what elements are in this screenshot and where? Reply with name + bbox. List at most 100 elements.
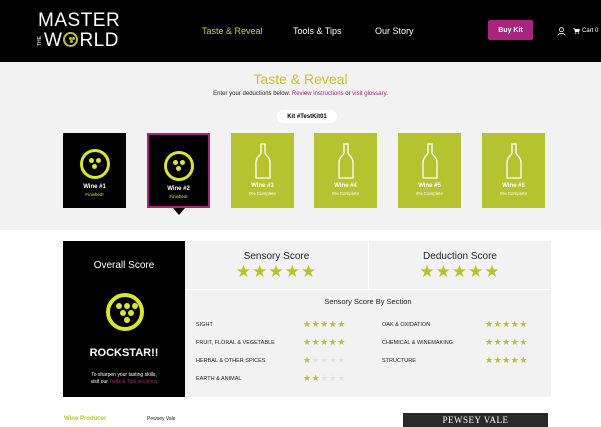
star-filled-icon: ★	[303, 337, 312, 347]
star-filled-icon: ★	[493, 337, 503, 347]
nav-tools-tips[interactable]: Tools & Tips	[293, 26, 342, 36]
wine-card-3[interactable]: Wine #3 0% Complete	[231, 133, 294, 208]
wine-bottle-icon	[254, 143, 271, 179]
section-stars-herbal: ★★★★★	[303, 356, 346, 365]
section-label-herbal: HERBAL & OTHER SPICES	[196, 358, 266, 364]
overall-tip: To sharpen your tasting skills, visit ou…	[71, 372, 177, 386]
overall-score-title: Overall Score	[93, 260, 155, 271]
wine-producer-value: Pewsey Vale	[147, 416, 176, 422]
section-stars-fruit: ★★★★★	[303, 338, 346, 347]
star-filled-icon: ★	[303, 319, 312, 329]
score-panel: Sensory Score ★★★★★ Deduction Score ★★★★…	[185, 241, 551, 397]
star-empty-icon: ★	[320, 373, 329, 383]
nav-our-story[interactable]: Our Story	[375, 26, 414, 36]
star-filled-icon: ★	[320, 337, 329, 347]
sensory-score-stars: ★★★★★	[236, 263, 317, 281]
wine-card-6[interactable]: Wine #6 0% Complete	[482, 133, 545, 208]
taste-reveal-section: Taste & Reveal Enter your deductions bel…	[0, 62, 601, 230]
wine-status: 0% Complete	[248, 191, 276, 196]
user-icon[interactable]	[557, 27, 566, 36]
star-filled-icon: ★	[435, 262, 452, 281]
wine-status: 0% Complete	[415, 191, 443, 196]
wine-bottle-icon	[421, 143, 438, 179]
star-filled-icon: ★	[268, 262, 285, 281]
subtitle-period: .	[386, 91, 388, 97]
star-filled-icon: ★	[468, 262, 485, 281]
logo-rld: RLD	[79, 30, 119, 51]
star-empty-icon: ★	[311, 355, 321, 365]
wine-card-5[interactable]: Wine #5 0% Complete	[398, 133, 461, 208]
star-filled-icon: ★	[419, 262, 436, 281]
grape-badge-icon	[163, 151, 194, 181]
star-filled-icon: ★	[493, 355, 503, 365]
overall-rating: ROCKSTAR!!	[89, 347, 159, 359]
wine-card-4[interactable]: Wine #4 0% Complete	[314, 133, 377, 208]
score-divider	[185, 289, 551, 290]
star-filled-icon: ★	[284, 262, 301, 281]
wine-status: Finished!	[169, 194, 188, 199]
star-filled-icon: ★	[235, 262, 253, 281]
grape-badge-icon	[106, 293, 144, 331]
section-label-fruit: FRUIT, FLORAL & VEGETABLE	[196, 340, 275, 346]
star-filled-icon: ★	[485, 319, 494, 329]
by-section-title: Sensory Score By Section	[324, 297, 412, 306]
section-label-oak: OAK & OXIDATION	[382, 322, 431, 328]
star-filled-icon: ★	[303, 373, 312, 383]
wine-name: Wine #3	[251, 183, 274, 189]
star-filled-icon: ★	[519, 337, 528, 347]
review-instructions-link[interactable]: Review instructions	[292, 91, 344, 97]
section-stars-sight: ★★★★★	[303, 320, 346, 329]
wine-card-2[interactable]: Wine #2 Finished!	[147, 133, 210, 208]
star-filled-icon: ★	[303, 355, 312, 365]
logo-w: W	[44, 30, 63, 51]
star-filled-icon: ★	[502, 355, 511, 365]
wine-producer-label: Wine Producer	[64, 416, 107, 422]
wine-status: 0% Complete	[499, 191, 527, 196]
logo-grape-icon	[63, 32, 79, 47]
producer-logo: PEWSEY VALE	[403, 413, 548, 427]
kit-label: Kit #TestKit01	[277, 110, 337, 123]
selected-card-pointer	[173, 208, 185, 215]
nav-taste-reveal[interactable]: Taste & Reveal	[202, 26, 263, 36]
star-filled-icon: ★	[300, 262, 318, 281]
cart-label: Cart 0	[582, 28, 599, 34]
star-filled-icon: ★	[337, 319, 346, 329]
star-filled-icon: ★	[485, 355, 494, 365]
tools-tips-link[interactable]: Tools & Tips sections	[109, 379, 156, 385]
cart-link[interactable]: Cart 0	[573, 28, 598, 34]
star-filled-icon: ★	[502, 319, 511, 329]
section-label-sight: SIGHT	[196, 322, 213, 328]
deduction-score-title: Deduction Score	[423, 251, 497, 262]
section-label-earth: EARTH & ANIMAL	[196, 376, 242, 382]
star-filled-icon: ★	[311, 319, 321, 329]
page-subtitle: Enter your deductions below. Review inst…	[0, 91, 601, 97]
section-label-structure: STRUCTURE	[382, 358, 416, 364]
star-empty-icon: ★	[337, 355, 346, 365]
visit-glossary-link[interactable]: visit glossary	[352, 91, 386, 97]
wine-name: Wine #2	[167, 186, 190, 192]
wine-name: Wine #1	[83, 184, 106, 190]
site-logo[interactable]: MASTER THE W RLD	[37, 10, 121, 51]
star-filled-icon: ★	[337, 337, 346, 347]
logo-line-1: MASTER	[38, 10, 121, 31]
wine-bottle-icon	[337, 143, 354, 179]
buy-kit-button[interactable]: Buy Kit	[488, 20, 533, 40]
star-filled-icon: ★	[485, 337, 494, 347]
page-title: Taste & Reveal	[253, 71, 348, 87]
wine-name: Wine #5	[418, 183, 441, 189]
logo-the: THE	[37, 35, 43, 46]
sensory-score-title: Sensory Score	[243, 251, 310, 262]
grape-badge-icon	[79, 149, 110, 179]
section-stars-oak: ★★★★★	[485, 320, 528, 329]
tip-period: .	[155, 379, 158, 385]
wine-card-1[interactable]: Wine #1 Finished!	[63, 133, 126, 208]
star-filled-icon: ★	[519, 355, 528, 365]
tip-line-1: To sharpen your tasting skills,	[91, 372, 157, 378]
section-stars-earth: ★★★★★	[303, 374, 346, 383]
star-empty-icon: ★	[337, 373, 346, 383]
star-filled-icon: ★	[311, 373, 321, 383]
wine-status: Finished!	[85, 192, 104, 197]
sensory-score-box: Sensory Score ★★★★★	[185, 241, 369, 289]
section-stars-chemical: ★★★★★	[485, 338, 528, 347]
wine-name: Wine #6	[502, 183, 525, 189]
